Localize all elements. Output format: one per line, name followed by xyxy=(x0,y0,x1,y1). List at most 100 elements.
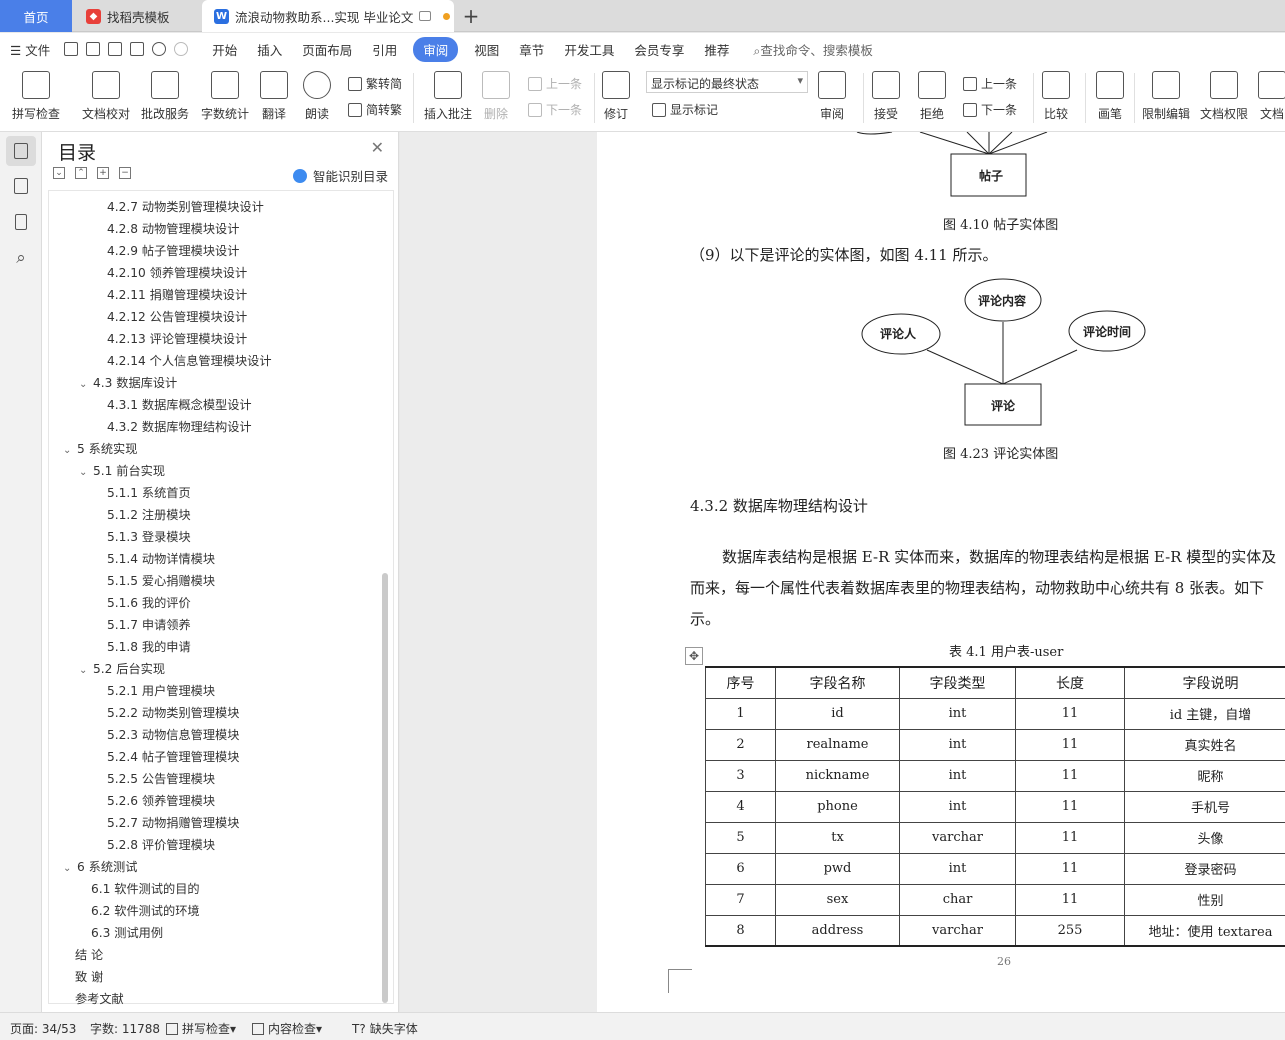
doc-rights-button[interactable]: 文档权限 xyxy=(1200,71,1248,122)
page-indicator[interactable]: 页面: 34/53 xyxy=(10,1020,76,1037)
markup-state-select[interactable]: 显示标记的最终状态 xyxy=(646,71,808,93)
spell-check-button[interactable]: 拼写检查 xyxy=(12,71,60,122)
toc-item[interactable]: 参考文献 xyxy=(75,989,124,1007)
chevron-down-icon[interactable]: ⌄ xyxy=(79,665,93,676)
toc-item[interactable]: 5.1.8 我的申请 xyxy=(107,637,191,655)
menu-start[interactable]: 开始 xyxy=(212,40,237,59)
toc-item[interactable]: 6.3 测试用例 xyxy=(91,923,163,941)
prev-change-button[interactable]: 上一条 xyxy=(963,75,1017,92)
toc-item[interactable]: 6.2 软件测试的环境 xyxy=(91,901,200,919)
toc-item[interactable]: 5.2.8 评价管理模块 xyxy=(107,835,215,853)
toc-item[interactable]: ⌄ 5.2 后台实现 xyxy=(79,659,165,677)
chapter-nav-button[interactable] xyxy=(11,176,31,196)
toc-item[interactable]: 5.1.1 系统首页 xyxy=(107,483,191,501)
toc-scrollbar[interactable] xyxy=(382,573,388,1003)
chevron-down-icon[interactable]: ⌄ xyxy=(63,863,77,874)
toc-item[interactable]: 4.3.1 数据库概念模型设计 xyxy=(107,395,252,413)
pen-button[interactable]: 画笔 xyxy=(1096,71,1124,122)
toc-item[interactable]: 5.1.3 登录模块 xyxy=(107,527,191,545)
toc-item[interactable]: 5.1.6 我的评价 xyxy=(107,593,191,611)
toc-item[interactable]: 5.2.1 用户管理模块 xyxy=(107,681,215,699)
menu-insert[interactable]: 插入 xyxy=(257,40,282,59)
close-icon[interactable]: ✕ xyxy=(371,138,384,157)
toc-item[interactable]: 4.2.11 捐赠管理模块设计 xyxy=(107,285,247,303)
toc-item[interactable]: 结 论 xyxy=(75,945,103,963)
menu-reference[interactable]: 引用 xyxy=(372,40,397,59)
undo-icon[interactable] xyxy=(152,42,167,56)
new-tab-button[interactable]: + xyxy=(458,0,484,32)
insert-comment-button[interactable]: 插入批注 xyxy=(424,71,472,122)
tab-home[interactable]: 首页 xyxy=(0,0,72,32)
menu-review[interactable]: 审阅 xyxy=(413,36,459,62)
status-content-check[interactable]: 内容检查 ▾ xyxy=(252,1020,322,1037)
review-pane-button[interactable]: 审阅 xyxy=(818,71,846,122)
find-nav-button[interactable]: ⌕ xyxy=(11,248,31,268)
tab-document[interactable]: W 流浪动物救助系...实现 毕业论文 xyxy=(202,0,454,32)
command-search[interactable]: ⌕查找命令、搜索模板 xyxy=(753,40,873,59)
read-aloud-button[interactable]: 朗读 xyxy=(303,71,331,122)
toc-item[interactable]: 6.1 软件测试的目的 xyxy=(91,879,200,897)
toc-item[interactable]: 4.3.2 数据库物理结构设计 xyxy=(107,417,252,435)
accept-button[interactable]: 接受 xyxy=(872,71,900,122)
delete-comment-button[interactable]: 删除 xyxy=(482,71,510,122)
compare-button[interactable]: 比较 xyxy=(1042,71,1070,122)
toc-item[interactable]: 4.2.14 个人信息管理模块设计 xyxy=(107,351,272,369)
menu-view[interactable]: 视图 xyxy=(474,40,499,59)
toc-item[interactable]: 5.2.3 动物信息管理模块 xyxy=(107,725,239,743)
doc-more-button[interactable]: 文档 xyxy=(1258,71,1285,122)
remove-level-icon[interactable]: − xyxy=(119,167,131,179)
toc-item[interactable]: 5.2.2 动物类别管理模块 xyxy=(107,703,239,721)
smart-toc-button[interactable]: 智能识别目录 xyxy=(292,166,388,185)
toc-nav-button[interactable] xyxy=(6,136,36,166)
menu-recommend[interactable]: 推荐 xyxy=(704,40,729,59)
add-level-icon[interactable]: + xyxy=(97,167,109,179)
document-page[interactable]: 帖子 评论人 评论内容 评论时间 评论 图 4.10 帖子实体图 （9）以下是评… xyxy=(597,132,1285,1012)
batch-service-button[interactable]: 批改服务 xyxy=(141,71,189,122)
reject-button[interactable]: 拒绝 xyxy=(918,71,946,122)
translate-button[interactable]: 翻译 xyxy=(260,71,288,122)
show-markup-button[interactable]: 显示标记 xyxy=(652,101,718,118)
doc-proof-button[interactable]: 文档校对 xyxy=(82,71,130,122)
toc-item[interactable]: 4.2.8 动物管理模块设计 xyxy=(107,219,239,237)
restrict-edit-button[interactable]: 限制编辑 xyxy=(1142,71,1190,122)
status-spell-check[interactable]: 拼写检查 ▾ xyxy=(166,1020,236,1037)
prev-comment-button[interactable]: 上一条 xyxy=(528,75,582,92)
next-comment-button[interactable]: 下一条 xyxy=(528,101,582,118)
chevron-down-icon[interactable]: ⌄ xyxy=(79,379,93,390)
toc-item[interactable]: ⌄ 5.1 前台实现 xyxy=(79,461,165,479)
word-count-button[interactable]: 字数统计 xyxy=(201,71,249,122)
menu-layout[interactable]: 页面布局 xyxy=(302,40,352,59)
toc-item[interactable]: 致 谢 xyxy=(75,967,103,985)
toc-item[interactable]: 5.2.4 帖子管理管理模块 xyxy=(107,747,239,765)
status-missing-font[interactable]: T? 缺失字体 xyxy=(352,1020,418,1037)
toc-item[interactable]: 4.2.7 动物类别管理模块设计 xyxy=(107,197,264,215)
track-changes-button[interactable]: 修订 xyxy=(602,71,630,122)
toc-item[interactable]: 4.2.13 评论管理模块设计 xyxy=(107,329,247,347)
menu-chapter[interactable]: 章节 xyxy=(519,40,544,59)
chevron-down-icon[interactable]: ⌄ xyxy=(79,467,93,478)
print-preview-icon[interactable] xyxy=(130,42,145,56)
bookmark-nav-button[interactable] xyxy=(11,212,31,232)
save-icon[interactable] xyxy=(64,42,79,56)
table-move-handle-icon[interactable]: ✥ xyxy=(685,647,703,665)
collapse-all-icon[interactable]: ⌃ xyxy=(75,167,87,179)
menu-member[interactable]: 会员专享 xyxy=(634,40,684,59)
toc-item[interactable]: 5.1.4 动物详情模块 xyxy=(107,549,215,567)
toc-item[interactable]: 5.2.5 公告管理模块 xyxy=(107,769,215,787)
toc-item[interactable]: 5.1.5 爱心捐赠模块 xyxy=(107,571,215,589)
toc-item[interactable]: ⌄ 4.3 数据库设计 xyxy=(79,373,177,391)
toc-item[interactable]: 4.2.10 领养管理模块设计 xyxy=(107,263,247,281)
chevron-down-icon[interactable]: ⌄ xyxy=(63,445,77,456)
toc-item[interactable]: 5.2.7 动物捐赠管理模块 xyxy=(107,813,239,831)
file-menu[interactable]: ☰ 文件 xyxy=(10,40,50,59)
simp-to-trad-button[interactable]: 简转繁 xyxy=(348,101,402,118)
menu-devtools[interactable]: 开发工具 xyxy=(564,40,614,59)
toc-item[interactable]: ⌄ 5 系统实现 xyxy=(63,439,137,457)
print-icon[interactable] xyxy=(108,42,123,56)
next-change-button[interactable]: 下一条 xyxy=(963,101,1017,118)
expand-all-icon[interactable]: ⌄ xyxy=(53,167,65,179)
export-pdf-icon[interactable] xyxy=(86,42,101,56)
toc-item[interactable]: ⌄ 6 系统测试 xyxy=(63,857,137,875)
redo-icon[interactable] xyxy=(174,42,189,56)
word-count-indicator[interactable]: 字数: 11788 xyxy=(90,1020,160,1037)
